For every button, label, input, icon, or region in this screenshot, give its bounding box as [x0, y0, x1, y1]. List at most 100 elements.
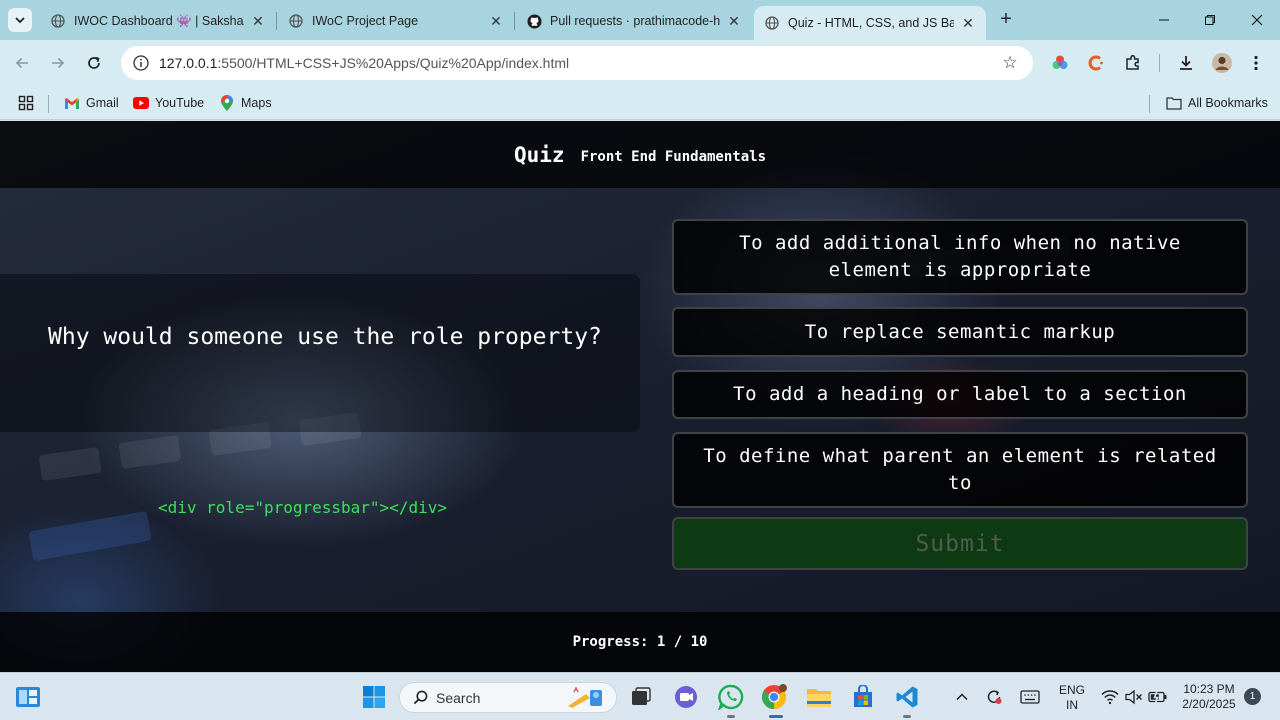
download-icon[interactable] — [1174, 51, 1198, 75]
reload-button[interactable] — [82, 51, 106, 75]
background-key — [118, 434, 182, 470]
profile-avatar[interactable] — [1210, 51, 1234, 75]
globe-icon — [50, 13, 66, 29]
minimize-icon — [1159, 19, 1169, 21]
all-bookmarks-button[interactable]: All Bookmarks — [1166, 93, 1268, 113]
arrow-right-icon — [52, 57, 65, 69]
tab-iwoc-dashboard[interactable]: IWOC Dashboard 👾 | Saksham ✕ — [40, 6, 276, 36]
restore-icon — [1205, 15, 1215, 25]
teams-chat-icon[interactable] — [672, 683, 700, 711]
site-info-icon[interactable] — [131, 53, 151, 73]
arrow-left-icon — [15, 57, 28, 69]
close-icon[interactable]: ✕ — [250, 13, 266, 29]
address-bar[interactable]: 127.0.0.1:5500/HTML+CSS+JS%20Apps/Quiz%2… — [121, 46, 1033, 80]
answer-option-3[interactable]: To add a heading or label to a section — [672, 370, 1248, 419]
close-icon[interactable]: ✕ — [960, 15, 976, 31]
code-sample: <div role="progressbar"></div> — [158, 498, 447, 517]
forward-button[interactable] — [46, 51, 70, 75]
windows-taskbar: Search ENG IN 10:23 PM 2/20/2025 1 — [0, 672, 1280, 720]
keyboard-icon[interactable] — [1016, 683, 1044, 711]
language-indicator[interactable]: ENG IN — [1056, 683, 1088, 713]
tab-search-button[interactable] — [8, 8, 32, 32]
progress-footer: Progress: 1 / 10 — [0, 612, 1280, 672]
folder-icon — [1166, 95, 1182, 111]
question-text: Why would someone use the role property? — [48, 324, 602, 350]
start-windows-icon[interactable] — [360, 683, 388, 711]
file-explorer-icon[interactable] — [805, 683, 833, 711]
minimize-button[interactable] — [1144, 8, 1184, 32]
search-highlight-icon — [564, 686, 608, 710]
url-path: :5500/HTML+CSS+JS%20Apps/Quiz%20App/inde… — [217, 55, 570, 71]
background-key — [28, 510, 152, 562]
url-text[interactable]: 127.0.0.1:5500/HTML+CSS+JS%20Apps/Quiz%2… — [159, 55, 999, 71]
taskbar-search[interactable]: Search — [399, 682, 617, 713]
tab-title: IWOC Dashboard 👾 | Saksham — [74, 13, 244, 28]
question-panel: Why would someone use the role property? — [0, 274, 640, 432]
search-icon — [412, 690, 428, 706]
clock-date: 2/20/2025 — [1182, 697, 1236, 711]
sync-icon[interactable] — [980, 683, 1008, 711]
close-icon[interactable]: ✕ — [726, 13, 742, 29]
globe-icon — [764, 15, 780, 31]
quiz-title: Quiz — [513, 142, 565, 167]
vscode-icon[interactable] — [893, 683, 921, 711]
bookmark-maps[interactable]: Maps — [219, 93, 272, 113]
bookmark-label: Gmail — [86, 96, 119, 110]
extensions-puzzle-icon[interactable] — [1121, 51, 1145, 75]
apps-grid-icon[interactable] — [18, 93, 34, 113]
tab-separator — [276, 12, 277, 30]
close-icon[interactable]: ✕ — [488, 13, 504, 29]
close-window-button[interactable] — [1237, 8, 1277, 32]
bookmark-gmail[interactable]: Gmail — [64, 93, 119, 113]
background-key — [38, 446, 102, 482]
all-bookmarks-label: All Bookmarks — [1188, 96, 1268, 110]
task-view-icon[interactable] — [627, 683, 655, 711]
maps-icon — [219, 95, 235, 111]
globe-icon — [288, 13, 304, 29]
language-line-2: IN — [1066, 698, 1078, 712]
tab-quiz-active[interactable]: Quiz - HTML, CSS, and JS Basics ✕ — [754, 6, 986, 40]
progress-text: Progress: 1 / 10 — [572, 634, 708, 650]
new-tab-button[interactable]: + — [996, 9, 1016, 30]
reload-icon — [88, 56, 100, 69]
answer-option-2[interactable]: To replace semantic markup — [672, 307, 1248, 357]
restore-button[interactable] — [1190, 8, 1230, 32]
gmail-icon — [64, 95, 80, 111]
microsoft-store-icon[interactable] — [849, 683, 877, 711]
tab-iwoc-project[interactable]: IWoC Project Page ✕ — [278, 6, 514, 36]
submit-button[interactable]: Submit — [672, 517, 1248, 570]
battery-icon[interactable] — [1144, 683, 1172, 711]
tab-separator — [514, 12, 515, 30]
running-indicator — [727, 715, 735, 718]
bookmark-star-icon[interactable]: ☆ — [999, 52, 1021, 74]
bookmark-label: YouTube — [155, 96, 205, 110]
github-icon — [526, 13, 542, 29]
notification-badge[interactable]: 1 — [1244, 688, 1261, 705]
tab-title: IWoC Project Page — [312, 14, 419, 28]
answer-option-4[interactable]: To define what parent an element is rela… — [672, 432, 1248, 508]
bookmarks-bar: Gmail YouTube Maps All Bookmarks — [0, 86, 1280, 120]
bookmark-youtube[interactable]: YouTube — [133, 93, 204, 113]
quiz-subtitle: Front End Fundamentals — [580, 148, 766, 165]
chevron-down-icon — [15, 17, 25, 24]
browser-toolbar: 127.0.0.1:5500/HTML+CSS+JS%20Apps/Quiz%2… — [0, 40, 1280, 86]
back-button[interactable] — [10, 51, 34, 75]
bookmarks-separator — [1149, 95, 1150, 113]
answer-option-1[interactable]: To add additional info when no native el… — [672, 219, 1248, 295]
clock[interactable]: 10:23 PM 2/20/2025 — [1176, 682, 1242, 712]
show-hidden-icons-chevron-up-icon[interactable] — [948, 683, 976, 711]
language-line-1: ENG — [1058, 683, 1085, 697]
tab-pull-requests[interactable]: Pull requests · prathimacode-hub ✕ — [516, 6, 752, 36]
close-icon — [1251, 14, 1263, 26]
running-indicator — [903, 715, 911, 718]
tab-title: Quiz - HTML, CSS, and JS Basics — [788, 16, 954, 30]
chrome-icon[interactable] — [760, 683, 788, 711]
url-host: 127.0.0.1 — [159, 55, 218, 71]
whatsapp-icon[interactable] — [717, 683, 745, 711]
toolbar-separator — [1159, 54, 1160, 72]
widgets-icon[interactable] — [14, 683, 42, 711]
c-extension-icon[interactable] — [1084, 51, 1108, 75]
color-extension-icon[interactable] — [1048, 51, 1072, 75]
kebab-menu-icon[interactable] — [1244, 51, 1268, 75]
tab-title: Pull requests · prathimacode-hub — [550, 14, 720, 28]
